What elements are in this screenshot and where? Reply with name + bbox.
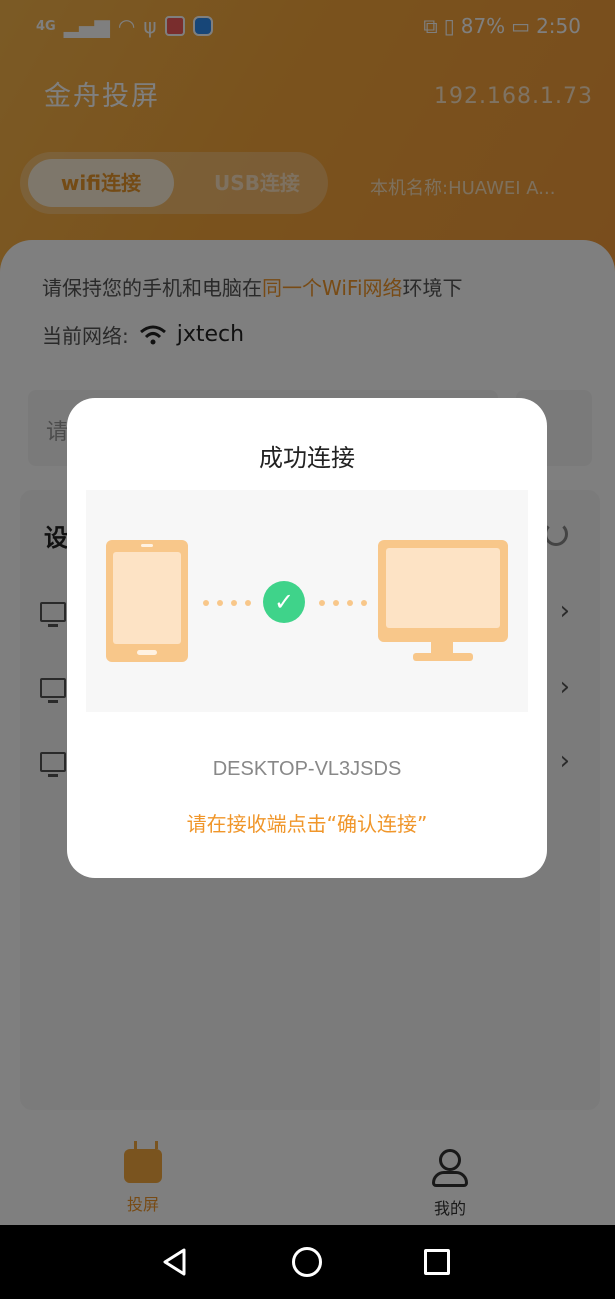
target-device-name: DESKTOP-VL3JSDS [212,758,402,780]
back-icon[interactable] [160,1247,190,1277]
dialog-title: 成功连接 [259,444,355,472]
connection-success-dialog: 成功连接 ✓ DESKTOP-VL3JSDS 请在接收端点击“确认连接” [67,398,547,878]
confirm-hint: 请在接收端点击“确认连接” [186,812,428,836]
home-icon[interactable] [292,1247,322,1277]
system-nav-bar [0,1225,615,1299]
recents-icon[interactable] [424,1249,450,1275]
phone-icon [106,540,188,662]
connection-illustration: ✓ [86,490,528,712]
check-icon: ✓ [263,581,305,623]
monitor-icon [378,540,508,642]
